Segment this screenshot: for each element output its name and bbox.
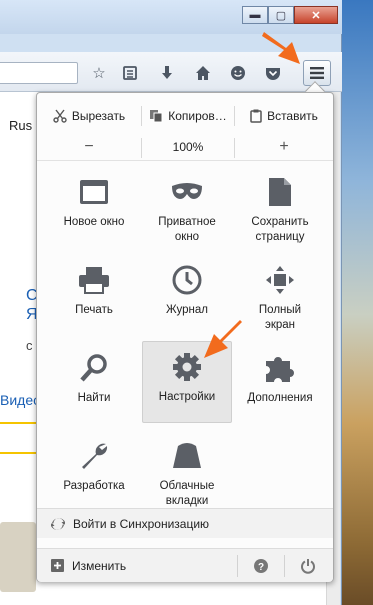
quit-button[interactable] — [285, 549, 331, 582]
scissors-icon — [53, 109, 67, 123]
menu-item-private-window[interactable]: Приватное окно — [142, 171, 232, 247]
menu-item-label: Новое окно — [63, 216, 125, 228]
menu-item-label: Приватное окно — [158, 216, 216, 243]
menu-item-find[interactable]: Найти — [49, 347, 139, 423]
save-page-icon — [263, 175, 297, 209]
menu-item-save-page[interactable]: Сохранить страницу — [235, 171, 325, 247]
page-text-fragment: с — [26, 338, 33, 353]
zoom-controls: − 100% + — [37, 133, 333, 161]
tab-underline-2 — [0, 452, 36, 454]
window-controls: ▬ ▢ ✕ — [242, 6, 338, 24]
annotation-arrow-options — [204, 320, 242, 358]
sync-row[interactable]: Войти в Синхронизацию — [37, 508, 333, 538]
copy-button[interactable]: Копиров… — [142, 101, 234, 131]
menu-item-label: Облачные вкладки — [159, 480, 215, 507]
paste-button[interactable]: Вставить — [235, 101, 333, 131]
svg-text:?: ? — [258, 562, 264, 573]
menu-item-label: Дополнения — [247, 392, 313, 404]
url-bar[interactable] — [0, 62, 78, 84]
wrench-icon — [77, 439, 111, 473]
copy-label: Копиров… — [168, 109, 227, 123]
fullscreen-icon — [263, 263, 297, 297]
menu-item-addons[interactable]: Дополнения — [235, 347, 325, 423]
minimize-button[interactable]: ▬ — [242, 6, 268, 24]
menu-item-label: Полный экран — [258, 304, 302, 331]
bookmark-star-icon[interactable]: ☆ — [88, 62, 110, 84]
zoom-in-button[interactable]: + — [235, 133, 333, 160]
hamburger-icon — [310, 67, 324, 79]
close-button[interactable]: ✕ — [294, 6, 338, 24]
cloud-tabs-icon — [170, 439, 204, 473]
clipboard-icon — [250, 109, 262, 123]
language-link[interactable]: Rus — [9, 118, 32, 133]
title-bar: ▬ ▢ ✕ — [0, 0, 342, 34]
bookmarks-list-icon[interactable] — [119, 62, 141, 84]
map-thumbnail[interactable] — [0, 522, 36, 592]
customize-button[interactable]: Изменить — [37, 549, 237, 582]
help-icon: ? — [254, 558, 268, 573]
cut-button[interactable]: Вырезать — [37, 101, 141, 131]
sync-icon — [51, 517, 65, 530]
zoom-out-button[interactable]: − — [37, 133, 141, 160]
menu-item-new-window[interactable]: Новое окно — [49, 171, 139, 247]
help-button[interactable]: ? — [238, 549, 284, 582]
bottom-bar: Изменить ? — [37, 548, 333, 582]
sync-label: Войти в Синхронизацию — [73, 516, 210, 531]
printer-icon — [77, 263, 111, 297]
paste-label: Вставить — [267, 109, 318, 123]
menu-item-label: Сохранить страницу — [251, 216, 309, 243]
menu-item-synced-tabs[interactable]: Облачные вкладки — [142, 435, 232, 511]
new-window-icon — [77, 175, 111, 209]
desktop-wallpaper — [340, 0, 373, 605]
video-tab[interactable]: Видео — [0, 392, 41, 408]
zoom-reset-button[interactable]: 100% — [142, 133, 234, 160]
menu-item-print[interactable]: Печать — [49, 259, 139, 335]
download-icon[interactable] — [156, 62, 178, 84]
power-icon — [301, 558, 315, 574]
customize-label: Изменить — [72, 558, 127, 573]
menu-item-label: Разработка — [63, 480, 125, 492]
menu-item-label: Найти — [77, 392, 111, 404]
plus-box-icon — [51, 559, 64, 572]
tab-underline — [0, 422, 36, 424]
history-clock-icon — [170, 263, 204, 297]
menu-item-fullscreen[interactable]: Полный экран — [235, 259, 325, 335]
menu-item-label: Журнал — [166, 304, 208, 316]
copy-icon — [150, 110, 163, 123]
menu-item-label: Печать — [75, 304, 113, 316]
cut-label: Вырезать — [71, 109, 126, 123]
open-menu-button[interactable] — [303, 60, 331, 86]
maximize-button[interactable]: ▢ — [268, 6, 294, 24]
private-mask-icon — [170, 175, 204, 209]
menu-item-label: Настройки — [158, 391, 216, 403]
annotation-arrow-menu — [262, 32, 300, 64]
search-icon — [77, 351, 111, 385]
puzzle-icon — [263, 351, 297, 385]
hello-smiley-icon[interactable] — [227, 62, 249, 84]
menu-item-developer[interactable]: Разработка — [49, 435, 139, 511]
home-icon[interactable] — [192, 62, 214, 84]
main-menu-panel: Вырезать Копиров… Вставить − 100% + Ново… — [36, 92, 334, 582]
edit-controls: Вырезать Копиров… Вставить — [37, 101, 333, 131]
gear-icon — [170, 350, 204, 384]
